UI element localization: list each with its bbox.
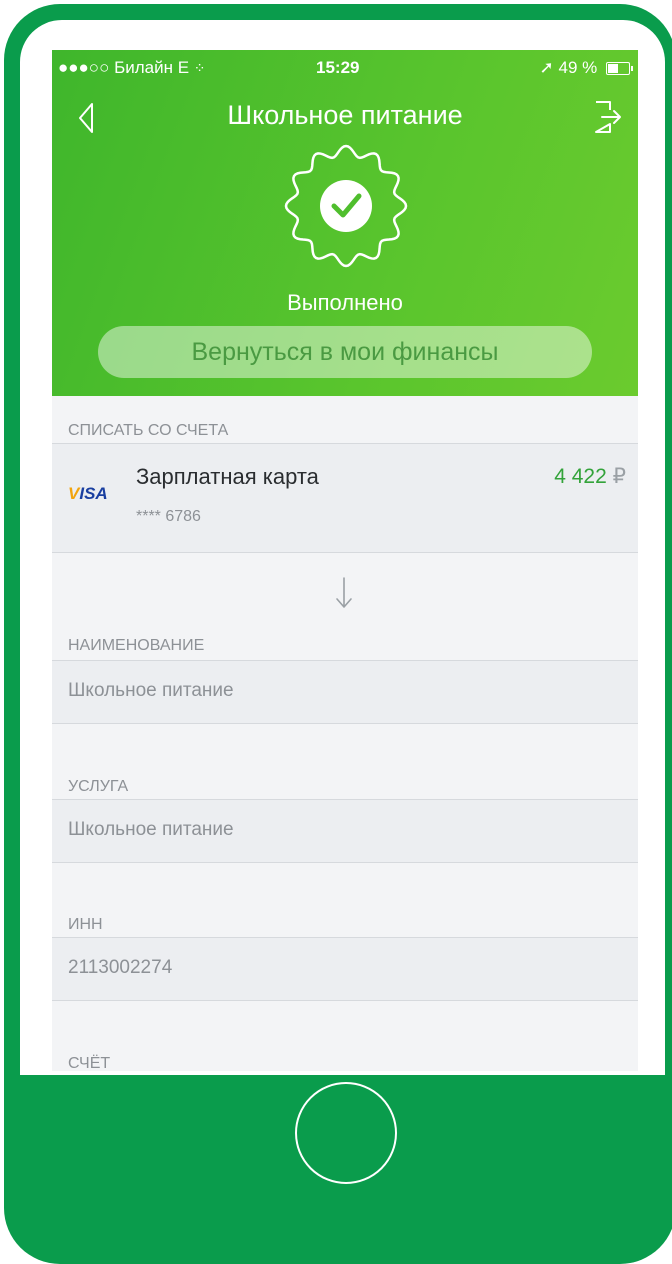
success-badge-icon [284, 144, 408, 268]
status-text: Выполнено [287, 290, 403, 315]
activity-icon: ⁘ [193, 60, 206, 76]
visa-logo-icon: VISA [68, 484, 108, 503]
battery-text: 49 % [558, 58, 598, 77]
field-value-inn: 2113002274 [68, 957, 173, 978]
field-label-name: НАИМЕНОВАНИЕ [68, 637, 205, 654]
field-label-inn: ИНН [68, 916, 103, 933]
field-label-service: УСЛУГА [68, 778, 129, 795]
carrier-text: ●●●○○ Билайн E ⁘ [58, 58, 206, 78]
status-time: 15:29 [316, 58, 360, 77]
carrier-label: ●●●○○ Билайн E [58, 58, 194, 77]
field-row-name: Школьное питание [52, 660, 638, 724]
app-screen: ●●●○○ Билайн E ⁘ 15:29 ➚ 49 % Школьное п… [52, 50, 638, 1071]
status-bar: ●●●○○ Билайн E ⁘ 15:29 ➚ 49 % [52, 50, 638, 84]
card-name: Зарплатная карта [136, 464, 319, 489]
battery-icon [606, 62, 633, 75]
status-right: ➚ 49 % [539, 58, 633, 78]
field-row-service: Школьное питание [52, 799, 638, 863]
debit-section-label: СПИСАТЬ СО СЧЕТА [68, 422, 229, 439]
battery-fill [608, 64, 618, 73]
exit-icon[interactable] [590, 98, 624, 136]
currency-symbol: ₽ [612, 465, 626, 488]
field-row-inn: 2113002274 [52, 937, 638, 1001]
card-number: **** 6786 [136, 508, 201, 525]
field-value-name: Школьное питание [68, 680, 234, 701]
page-title: Школьное питание [227, 100, 463, 130]
card-row[interactable]: VISA Зарплатная карта **** 6786 4 422 ₽ [52, 443, 638, 553]
arrow-down-icon [336, 577, 352, 608]
card-amount: 4 422 ₽ [554, 464, 626, 489]
header: ●●●○○ Билайн E ⁘ 15:29 ➚ 49 % Школьное п… [52, 50, 638, 396]
return-to-finances-button[interactable]: Вернуться в мои финансы [98, 326, 592, 378]
field-value-service: Школьное питание [68, 819, 234, 840]
home-button[interactable] [295, 1082, 397, 1184]
location-arrow-icon: ➚ [539, 58, 554, 77]
field-label-account: СЧЁТ [68, 1055, 111, 1071]
card-amount-value: 4 422 [554, 465, 607, 488]
